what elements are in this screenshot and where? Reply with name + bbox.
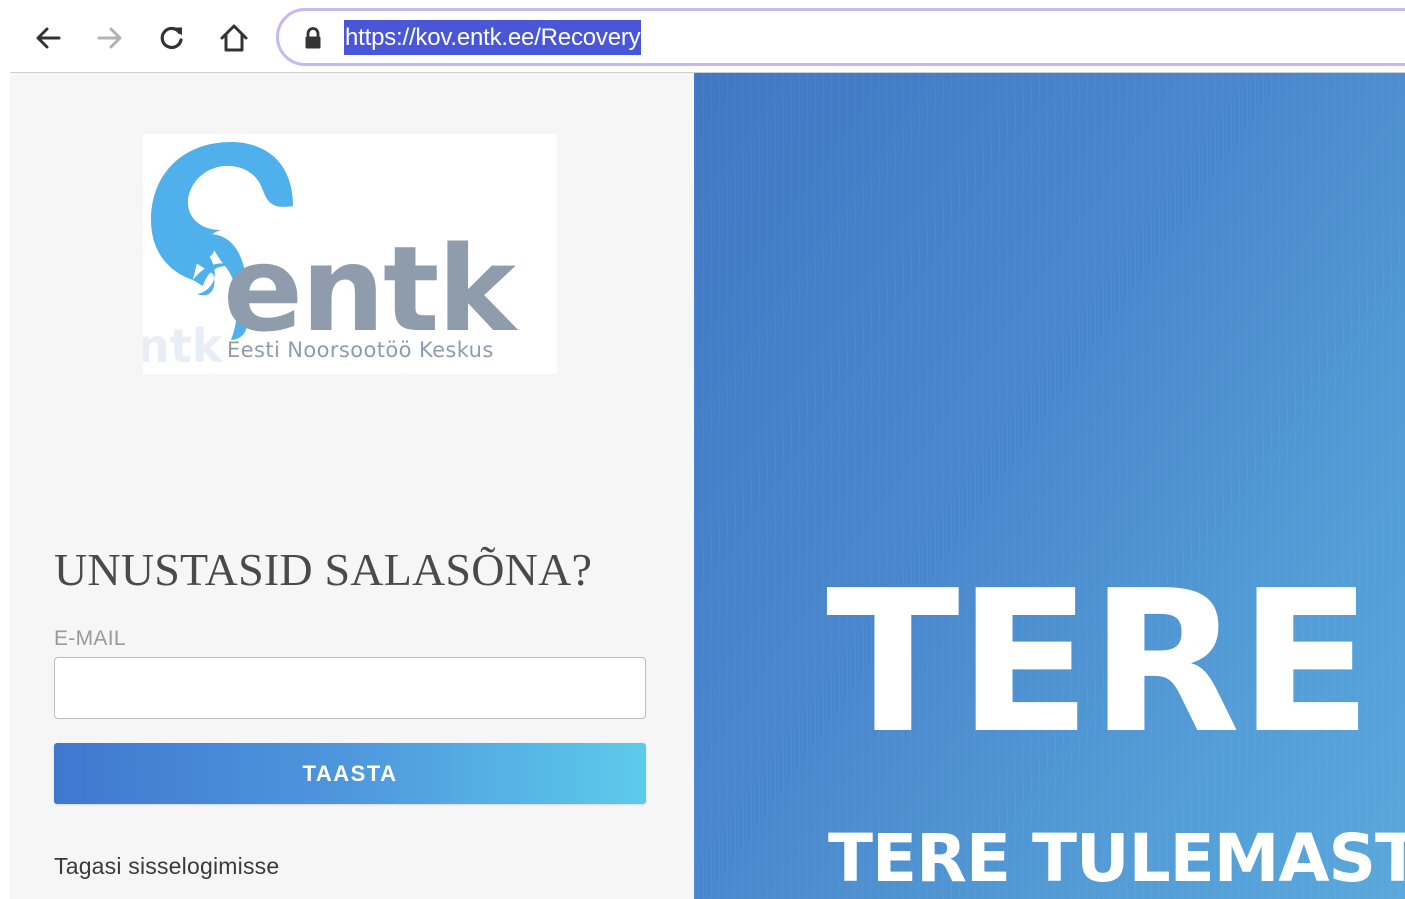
recover-button[interactable]: TAASTA — [54, 743, 646, 804]
browser-toolbar: https://kov.entk.ee/Recovery — [0, 0, 1405, 72]
svg-text:ntk: ntk — [143, 319, 224, 373]
arrow-left-icon — [36, 27, 61, 49]
entk-logo: ntk entk Eesti Noorsootöö Keskus — [143, 134, 557, 374]
home-button[interactable] — [212, 16, 256, 60]
back-to-login-link[interactable]: Tagasi sisselogimisse — [54, 853, 279, 880]
url-text[interactable]: https://kov.entk.ee/Recovery — [344, 20, 642, 55]
logo-subtitle: Eesti Noorsootöö Keskus — [227, 338, 494, 362]
reload-icon — [160, 26, 183, 50]
hero-subtitle: TERE TULEMAST — [828, 820, 1405, 897]
arrow-right-icon — [97, 27, 122, 49]
back-button[interactable] — [26, 16, 70, 60]
recovery-panel: ntk entk Eesti Noorsootöö Keskus UNUSTAS… — [10, 73, 694, 899]
email-field[interactable] — [54, 657, 646, 719]
home-icon — [220, 24, 248, 52]
hero-panel: TERE T TERE TULEMAST — [694, 73, 1405, 899]
hero-title: TERE T — [826, 549, 1405, 777]
email-label: E-MAIL — [54, 627, 126, 650]
form-title: UNUSTASID SALASÕNA? — [54, 544, 593, 595]
address-bar[interactable]: https://kov.entk.ee/Recovery — [276, 8, 1405, 66]
forward-button[interactable] — [88, 16, 132, 60]
lock-icon — [305, 27, 321, 49]
reload-button[interactable] — [150, 16, 194, 60]
